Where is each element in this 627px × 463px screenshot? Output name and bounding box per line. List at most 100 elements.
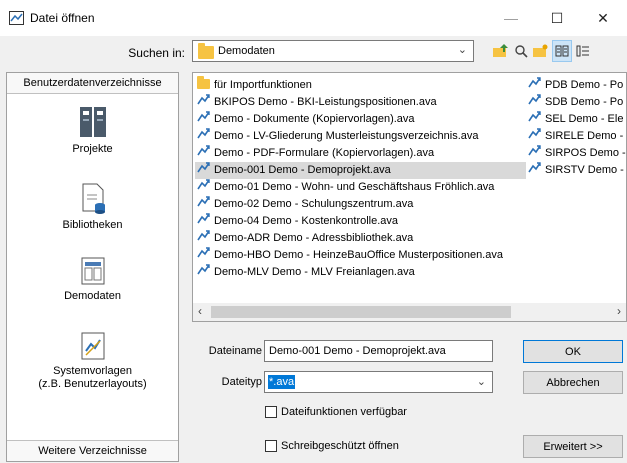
ava-file-icon [195,213,211,230]
ava-file-icon [195,179,211,196]
place-bibliotheken[interactable]: Bibliotheken [7,183,178,231]
view-details-button[interactable] [552,40,572,62]
ava-file-icon [195,162,211,179]
ava-file-icon [526,111,542,128]
file-name: SDB Demo - Po [545,96,624,108]
file-name: Demo - Dokumente (Kopiervorlagen).ava [214,113,415,125]
file-item[interactable]: Demo - LV-Gliederung Musterleistungsverz… [195,128,526,145]
ava-file-icon [195,145,211,162]
ava-file-icon [526,145,542,162]
file-item[interactable]: SIRPOS Demo - [526,145,626,162]
folder-icon [195,76,211,94]
ava-file-icon [195,94,211,111]
cancel-button[interactable]: Abbrechen [523,371,623,394]
library-icon [82,183,105,214]
scroll-right-icon[interactable]: › [617,304,621,318]
scrollbar-thumb[interactable] [211,306,511,318]
file-item[interactable]: BKIPOS Demo - BKI-Leistungspositionen.av… [195,94,526,111]
search-button[interactable] [512,40,530,62]
file-item[interactable]: Demo-001 Demo - Demoprojekt.ava [195,162,526,179]
file-name: Demo - PDF-Formulare (Kopiervorlagen).av… [214,147,435,159]
close-icon: ✕ [597,9,609,26]
ava-file-icon [195,128,211,145]
ava-file-icon [526,128,542,145]
place-systemvorlagen[interactable]: Systemvorlagen (z.B. Benutzerlayouts) [7,331,178,391]
projects-icon [79,107,106,137]
place-label: Projekte [72,143,113,155]
file-item[interactable]: Demo-04 Demo - Kostenkontrolle.ava [195,213,526,230]
file-name: Demo-MLV Demo - MLV Freianlagen.ava [214,266,415,278]
place-projekte[interactable]: Projekte [7,105,178,155]
filename-input[interactable]: Demo-001 Demo - Demoprojekt.ava [264,340,493,362]
new-folder-icon [533,44,548,57]
extended-button[interactable]: Erweitert >> [523,435,623,458]
file-name: Demo-ADR Demo - Adressbibliothek.ava [214,232,414,244]
place-label: Demodaten [64,290,121,302]
search-icon [515,45,528,58]
look-in-value: Demodaten [218,45,275,57]
look-in-dropdown[interactable]: Demodaten ⌄ [192,40,474,62]
file-name: Demo - LV-Gliederung Musterleistungsverz… [214,130,479,142]
file-item[interactable]: SEL Demo - Ele [526,111,626,128]
new-folder-button[interactable] [532,40,550,62]
demodata-icon [81,257,104,285]
horizontal-scrollbar[interactable]: ‹ › [193,303,626,321]
minimize-icon: — [504,10,518,26]
file-name: für Importfunktionen [214,79,312,91]
maximize-button[interactable]: ☐ [534,0,580,36]
file-item[interactable]: Demo-02 Demo - Schulungszentrum.ava [195,196,526,213]
up-folder-button[interactable] [492,40,510,62]
file-item[interactable]: PDB Demo - Po [526,77,626,94]
place-label: Bibliotheken [62,219,123,231]
folder-item[interactable]: für Importfunktionen [195,76,526,94]
system-templates-icon [81,332,104,360]
folder-icon [198,43,214,59]
filetype-dropdown[interactable]: *.ava ⌄ [264,371,493,393]
file-name: PDB Demo - Po [545,79,624,91]
file-name: SEL Demo - Ele [545,113,624,125]
ava-file-icon [195,247,211,264]
file-name: SIRPOS Demo - [545,147,626,159]
checkbox-label: Schreibgeschützt öffnen [281,440,399,453]
file-item[interactable]: Demo-MLV Demo - MLV Freianlagen.ava [195,264,526,281]
file-item[interactable]: Demo - Dokumente (Kopiervorlagen).ava [195,111,526,128]
file-functions-checkbox[interactable]: Dateifunktionen verfügbar [265,406,407,419]
checkbox-label: Dateifunktionen verfügbar [281,406,407,419]
look-in-label: Suchen in: [128,46,185,60]
view-list-button[interactable] [574,40,592,62]
file-name: BKIPOS Demo - BKI-Leistungspositionen.av… [214,96,437,108]
file-name: Demo-04 Demo - Kostenkontrolle.ava [214,215,399,227]
file-list[interactable]: für Importfunktionen BKIPOS Demo - BKI-Le… [192,72,627,322]
file-name: Demo-02 Demo - Schulungszentrum.ava [214,198,414,210]
scroll-left-icon[interactable]: ‹ [198,304,202,318]
checkbox-box[interactable] [265,440,277,453]
chevron-down-icon: ⌄ [476,376,486,388]
app-icon [9,11,24,25]
minimize-button[interactable]: — [488,0,534,36]
up-folder-icon [493,44,508,57]
file-name: Demo-HBO Demo - HeinzeBauOffice Musterpo… [214,249,503,261]
file-name: SIRSTV Demo - [545,164,624,176]
file-item[interactable]: Demo - PDF-Formulare (Kopiervorlagen).av… [195,145,526,162]
more-directories-button[interactable]: Weitere Verzeichnisse [7,440,178,461]
ava-file-icon [195,230,211,247]
close-button[interactable]: ✕ [580,0,626,36]
filename-value: Demo-001 Demo - Demoprojekt.ava [269,345,446,357]
file-item[interactable]: SIRSTV Demo - [526,162,626,179]
checkbox-box[interactable] [265,406,277,419]
ava-file-icon [195,196,211,213]
file-item[interactable]: Demo-ADR Demo - Adressbibliothek.ava [195,230,526,247]
place-demodaten[interactable]: Demodaten [7,256,178,302]
filetype-label: Dateityp [221,376,262,388]
file-item[interactable]: Demo-01 Demo - Wohn- und Geschäftshaus F… [195,179,526,196]
file-item[interactable]: SDB Demo - Po [526,94,626,111]
window-title: Datei öffnen [30,11,95,25]
file-name: SIRELE Demo - [545,130,624,142]
ok-button[interactable]: OK [523,340,623,363]
readonly-checkbox[interactable]: Schreibgeschützt öffnen [265,440,399,453]
place-label: Systemvorlagen (z.B. Benutzerlayouts) [38,365,147,390]
maximize-icon: ☐ [550,9,564,26]
file-item[interactable]: SIRELE Demo - [526,128,626,145]
details-view-icon [555,45,569,57]
file-item[interactable]: Demo-HBO Demo - HeinzeBauOffice Musterpo… [195,247,526,264]
